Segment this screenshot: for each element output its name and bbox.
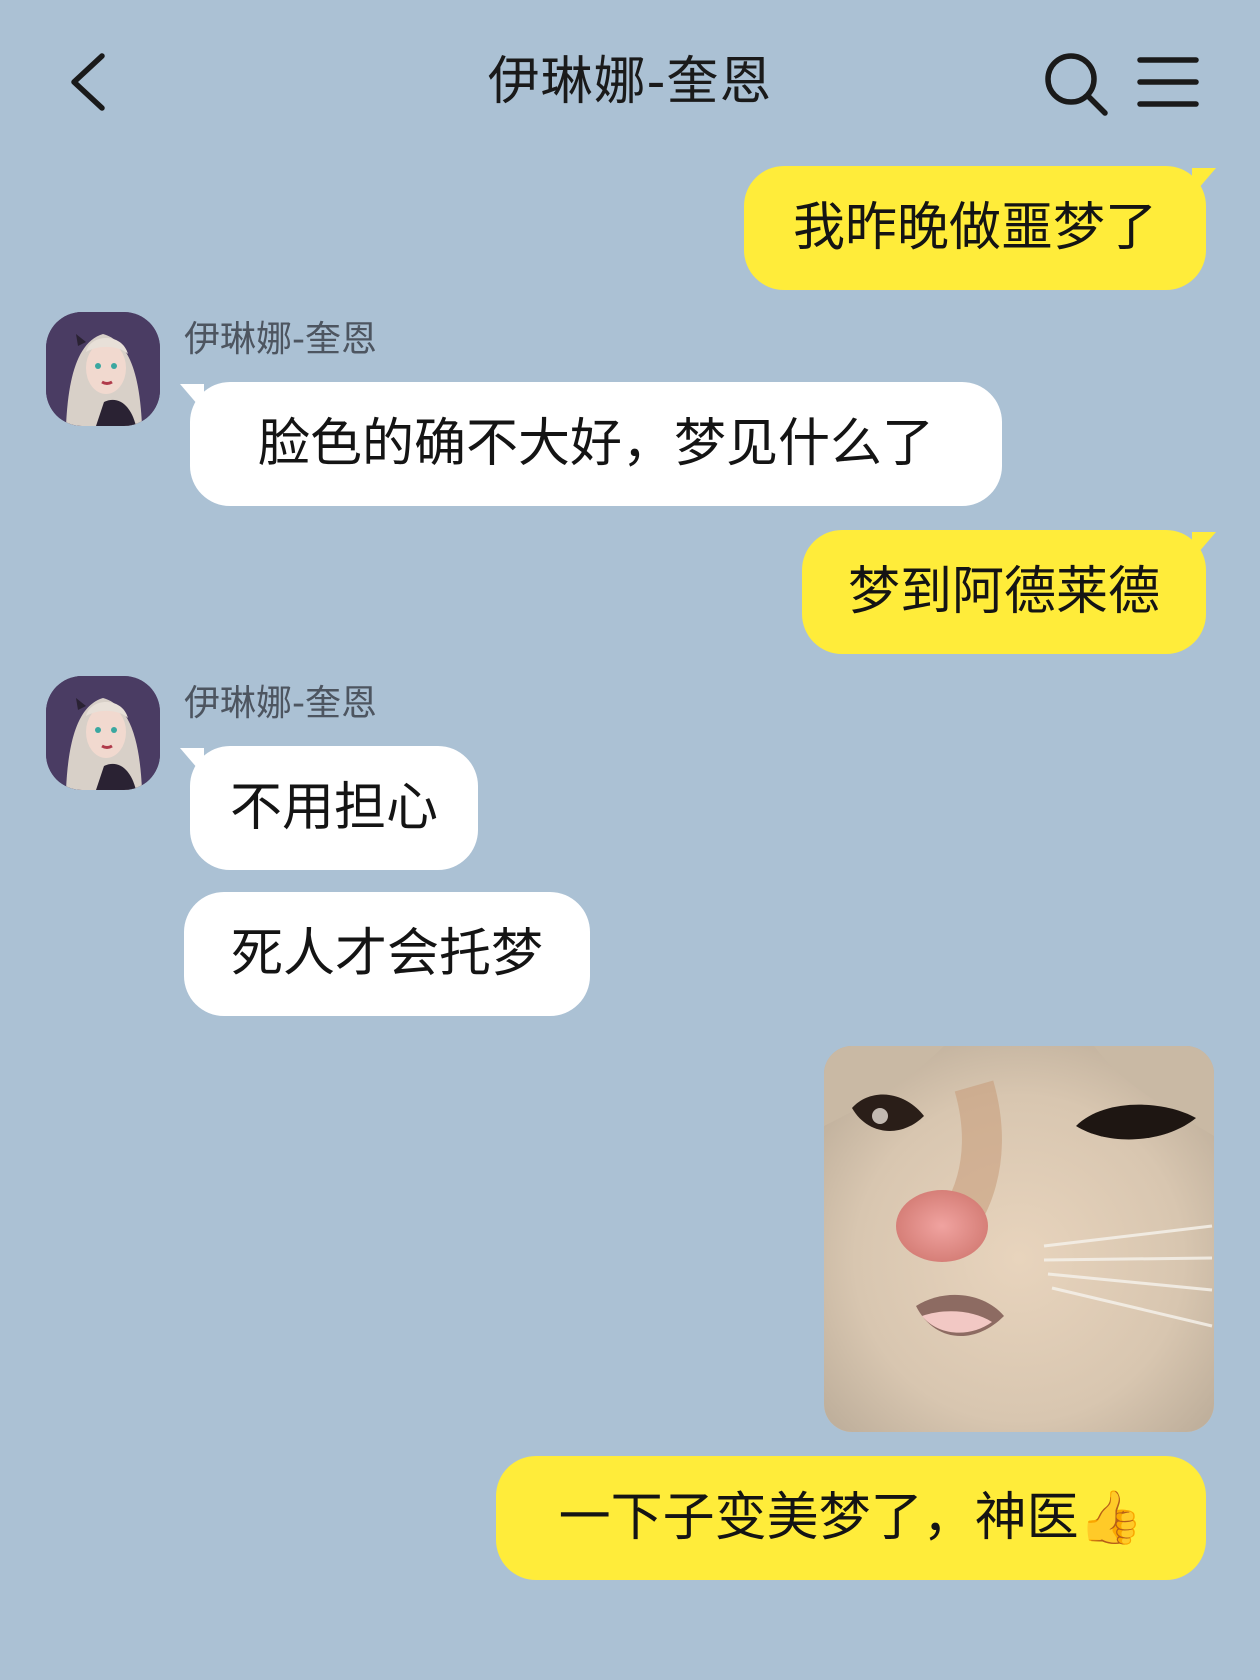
bubble-tail	[180, 384, 204, 412]
search-button[interactable]	[1042, 50, 1110, 118]
avatar[interactable]	[46, 676, 160, 790]
menu-button[interactable]	[1136, 54, 1200, 110]
message-text: 死人才会托梦	[230, 924, 543, 984]
message-bubble-incoming[interactable]: 死人才会托梦	[184, 892, 590, 1016]
avatar[interactable]	[46, 312, 160, 426]
cat-sticker-image	[824, 1046, 1214, 1432]
chat-header: 伊琳娜-奎恩	[0, 0, 1260, 160]
bubble-tail	[1192, 532, 1216, 560]
menu-icon	[1137, 57, 1199, 107]
bubble-tail	[1192, 168, 1216, 196]
message-bubble-outgoing[interactable]: 一下子变美梦了，神医👍	[496, 1456, 1206, 1580]
sender-name: 伊琳娜-奎恩	[184, 683, 377, 724]
message-bubble-incoming[interactable]: 不用担心	[180, 746, 478, 870]
cat-sticker[interactable]	[824, 1046, 1214, 1432]
message-bubble-outgoing[interactable]: 我昨晚做噩梦了	[744, 166, 1216, 290]
message-bubble-outgoing[interactable]: 梦到阿德莱德	[802, 530, 1216, 654]
search-icon	[1045, 53, 1108, 116]
message-text: 不用担心	[229, 778, 438, 838]
sender-name: 伊琳娜-奎恩	[184, 319, 377, 360]
bubble-tail	[180, 748, 204, 776]
message-text: 脸色的确不大好，梦见什么了	[257, 414, 934, 474]
message-text: 一下子变美梦了，神医👍	[558, 1488, 1144, 1548]
message-text: 我昨晚做噩梦了	[792, 198, 1157, 258]
avatar-portrait	[46, 676, 160, 790]
avatar-portrait	[46, 312, 160, 426]
message-bubble-incoming[interactable]: 脸色的确不大好，梦见什么了	[180, 382, 1002, 506]
message-text: 梦到阿德莱德	[847, 562, 1160, 622]
